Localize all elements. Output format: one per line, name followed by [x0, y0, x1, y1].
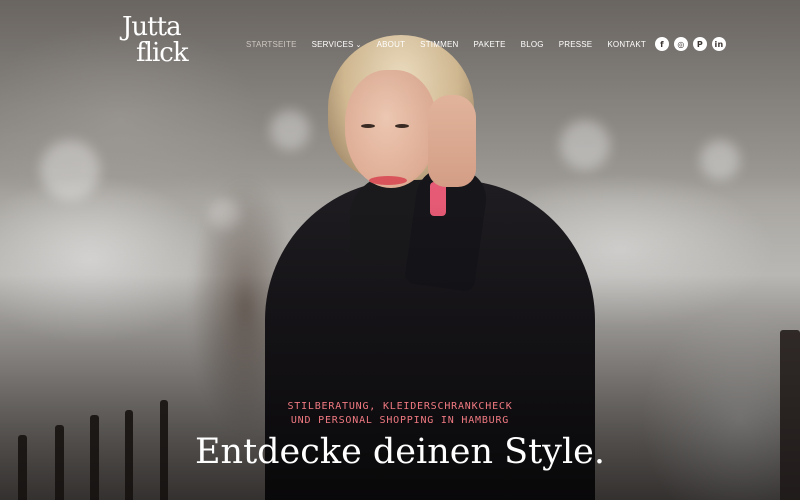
chevron-down-icon: ⌄: [355, 41, 362, 49]
site-logo[interactable]: Jutta flick: [122, 12, 189, 74]
hero-tagline: STILBERATUNG, KLEIDERSCHRANKCHECK UND PE…: [0, 400, 800, 428]
nav-item-blog[interactable]: BLOG: [521, 40, 544, 49]
nav-item-stimmen[interactable]: STIMMEN: [420, 40, 458, 49]
tagline-line-1: STILBERATUNG, KLEIDERSCHRANKCHECK: [287, 401, 513, 412]
nav-item-about[interactable]: ABOUT: [377, 40, 406, 49]
social-links: f ◎ P in: [654, 37, 726, 51]
logo-text-line2: flick: [136, 38, 189, 68]
hero-headline: Entdecke deinen Style.: [194, 432, 605, 472]
nav-item-label: SERVICES: [311, 39, 354, 49]
pinterest-icon[interactable]: P: [692, 37, 707, 51]
hero-section: Jutta flick STARTSEITE SERVICES ⌄ ABOUT S…: [0, 0, 800, 500]
nav-item-pakete[interactable]: PAKETE: [473, 40, 505, 49]
nav-item-kontakt[interactable]: KONTAKT: [607, 40, 646, 49]
linkedin-icon[interactable]: in: [711, 37, 726, 51]
instagram-icon[interactable]: ◎: [673, 37, 688, 51]
nav-item-services[interactable]: SERVICES ⌄: [312, 40, 362, 49]
facebook-icon[interactable]: f: [654, 37, 669, 51]
nav-item-presse[interactable]: PRESSE: [559, 40, 593, 49]
nav-item-startseite[interactable]: STARTSEITE: [246, 40, 297, 49]
main-navigation: STARTSEITE SERVICES ⌄ ABOUT STIMMEN PAKET…: [246, 37, 726, 51]
tagline-line-2: UND PERSONAL SHOPPING IN HAMBURG: [290, 415, 510, 426]
